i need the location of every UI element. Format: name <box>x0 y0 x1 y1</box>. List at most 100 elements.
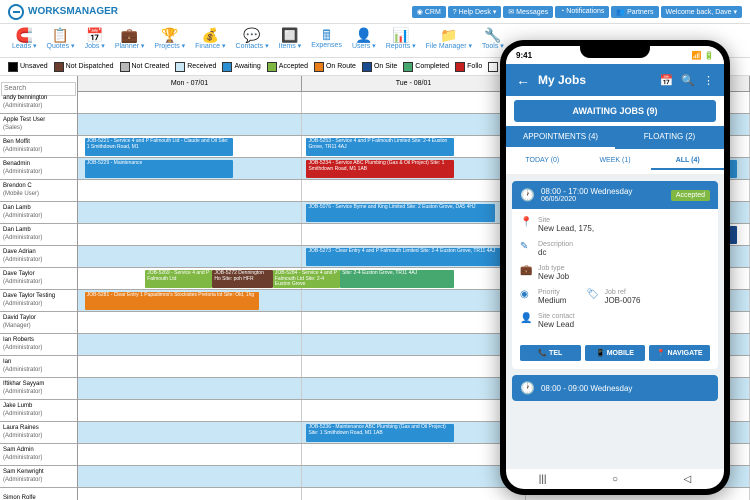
nav-icon: 📋 <box>52 28 69 42</box>
nav-icon: 📅 <box>86 28 103 42</box>
job-block[interactable]: JOB-5281 - Clear Entry 1 Papadimos's Sto… <box>85 292 260 310</box>
user-row[interactable]: Apple Test User(Sales) <box>0 114 77 136</box>
subtab-week[interactable]: WEEK (1) <box>579 153 652 170</box>
android-back-icon[interactable]: ||| <box>539 474 547 485</box>
messages-button[interactable]: ✉ Messages <box>503 6 553 18</box>
android-home-icon[interactable]: ○ <box>612 474 618 485</box>
helpdesk-button[interactable]: ? Help Desk ▾ <box>448 6 502 18</box>
job-type: New Job <box>538 272 569 281</box>
subtab-all[interactable]: ALL (4) <box>651 153 724 170</box>
nav-icon: 👤 <box>355 28 372 42</box>
legend-swatch <box>455 62 465 72</box>
job-ref: JOB-0076 <box>604 296 640 305</box>
user-column: andy bennington(Administrator)Apple Test… <box>0 76 78 500</box>
search-icon[interactable]: 🔍 <box>681 74 695 87</box>
nav-items[interactable]: 🔲Items ▾ <box>275 26 306 55</box>
legend-item: Not Created <box>120 62 170 72</box>
menu-icon[interactable]: ⋮ <box>703 74 714 87</box>
tel-button[interactable]: 📞 TEL <box>520 345 581 361</box>
job-card: 🕐 08:00 - 17:00 Wednesday 06/05/2020 Acc… <box>512 181 718 369</box>
user-row[interactable]: Ian Roberts(Administrator) <box>0 334 77 356</box>
tab-floating[interactable]: FLOATING (2) <box>615 126 724 149</box>
nav-finance[interactable]: 💰Finance ▾ <box>191 26 229 55</box>
user-row[interactable]: Jake Lumb(Administrator) <box>0 400 77 422</box>
mobile-button[interactable]: 📱 MOBILE <box>585 345 646 361</box>
user-row[interactable]: Dave Adrian(Administrator) <box>0 246 77 268</box>
welcome-button[interactable]: Welcome back, Dave ▾ <box>661 6 742 18</box>
user-row[interactable]: Ben Moffit(Administrator) <box>0 136 77 158</box>
legend-item: Received <box>175 62 216 72</box>
calendar-icon[interactable]: 📅 <box>660 74 674 87</box>
legend-swatch <box>8 62 18 72</box>
nav-planner[interactable]: 💼Planner ▾ <box>111 26 149 55</box>
nav-contacts[interactable]: 💬Contacts ▾ <box>232 26 273 55</box>
app-subtabs: TODAY (0) WEEK (1) ALL (4) <box>506 149 724 175</box>
crm-button[interactable]: ◉ CRM <box>412 6 446 18</box>
job-block[interactable]: JOB-5253 - Service 4 and P Falmouth Limi… <box>306 138 454 156</box>
nav-icon: 💼 <box>121 28 138 42</box>
legend-swatch <box>267 62 277 72</box>
nav-filemanager[interactable]: 📁File Manager ▾ <box>422 26 476 55</box>
job-block[interactable]: JOB-5076 - Service Byrne and King Limite… <box>306 204 494 222</box>
user-row[interactable]: Sam Kenwright(Administrator) <box>0 466 77 488</box>
job-time: 08:00 - 09:00 Wednesday <box>541 384 710 393</box>
nav-icon: 🔲 <box>281 28 298 42</box>
job-block[interactable]: JOB-5236 - Maintenance ABC Plumbing (Gas… <box>306 424 454 442</box>
user-row[interactable]: Ian(Administrator) <box>0 356 77 378</box>
job-block[interactable]: Site: 2-4 Euston Grove, TR11 4AJ <box>340 270 454 288</box>
legend-swatch <box>314 62 324 72</box>
navigate-button[interactable]: 📍 NAVIGATE <box>649 345 710 361</box>
nav-expenses[interactable]: 🖩Expenses <box>307 26 346 55</box>
user-row[interactable]: Dave Taylor Testing(Administrator) <box>0 290 77 312</box>
clock-icon: 🕐 <box>520 381 535 395</box>
job-block[interactable]: JOB-5273 - Clear Entry 4 and P Falmouth … <box>306 248 508 266</box>
user-row[interactable]: Sam Admin(Administrator) <box>0 444 77 466</box>
subtab-today[interactable]: TODAY (0) <box>506 153 579 170</box>
user-row[interactable]: Simon Rolfe <box>0 488 77 500</box>
priority-icon: ◉ <box>520 289 532 300</box>
phone-time: 9:41 <box>516 51 532 60</box>
legend-swatch <box>403 62 413 72</box>
job-date: 06/05/2020 <box>541 196 665 203</box>
notifications-button[interactable]: ◔ Notifications <box>555 6 609 18</box>
user-row[interactable]: Iftikhar Sayyam(Administrator) <box>0 378 77 400</box>
app-tabs: APPOINTMENTS (4) FLOATING (2) <box>506 126 724 149</box>
job-block[interactable]: JOB-5269 - Service 4 and P Falmouth Ltd <box>145 270 212 288</box>
job-list: 🕐 08:00 - 17:00 Wednesday 06/05/2020 Acc… <box>506 175 724 469</box>
nav-reports[interactable]: 📊Reports ▾ <box>382 26 420 55</box>
logo[interactable]: WORKSMANAGER <box>8 4 118 20</box>
job-block[interactable]: JOB-5221 - Service 4 and P Falmouth Ltd … <box>85 138 233 156</box>
job-site: New Lead, 175, <box>538 224 594 233</box>
job-block[interactable]: JOB-5284 - Service 4 and P Falmouth Ltd … <box>273 270 340 288</box>
job-block[interactable]: JOB-5272 Dennington Ho Site: poh HFR <box>212 270 272 288</box>
nav-projects[interactable]: 🏆Projects ▾ <box>150 26 189 55</box>
user-row[interactable]: Dave Taylor(Administrator) <box>0 268 77 290</box>
user-row[interactable]: Dan Lamb(Administrator) <box>0 202 77 224</box>
user-row[interactable]: andy bennington(Administrator) <box>0 92 77 114</box>
app-title: My Jobs <box>538 73 652 87</box>
user-row[interactable]: Dan Lamb(Administrator) <box>0 224 77 246</box>
phone-signal-icon: 📶 🔋 <box>692 51 714 60</box>
job-block[interactable]: JOB-5234 - Service ABC Plumbing (Gas & O… <box>306 160 454 178</box>
nav-users[interactable]: 👤Users ▾ <box>348 26 380 55</box>
awaiting-bar[interactable]: AWAITING JOBS (9) <box>514 100 716 122</box>
android-recent-icon[interactable]: ◁ <box>684 474 692 485</box>
day-header: Tue - 08/01 <box>302 76 526 91</box>
top-buttons: ◉ CRM ? Help Desk ▾ ✉ Messages ◔ Notific… <box>412 6 742 18</box>
user-row[interactable]: Brendon C(Mobile User) <box>0 180 77 202</box>
partners-button[interactable]: 👥 Partners <box>611 6 658 18</box>
briefcase-icon: 💼 <box>520 265 532 276</box>
phone-nav-bar: ||| ○ ◁ <box>506 469 724 489</box>
nav-icon: 💬 <box>243 28 260 42</box>
nav-quotes[interactable]: 📋Quotes ▾ <box>43 26 79 55</box>
nav-leads[interactable]: 🧲Leads ▾ <box>8 26 41 55</box>
nav-icon: 🏆 <box>161 28 178 42</box>
user-row[interactable]: David Taylor(Manager) <box>0 312 77 334</box>
user-row[interactable]: Laura Raines(Administrator) <box>0 422 77 444</box>
nav-jobs[interactable]: 📅Jobs ▾ <box>81 26 109 55</box>
tab-appointments[interactable]: APPOINTMENTS (4) <box>506 126 615 149</box>
user-row[interactable]: Benadmin(Administrator) <box>0 158 77 180</box>
back-icon[interactable]: ← <box>516 72 530 88</box>
search-input[interactable] <box>1 82 76 96</box>
job-block[interactable]: JOB-5229 - Maintenance <box>85 160 233 178</box>
